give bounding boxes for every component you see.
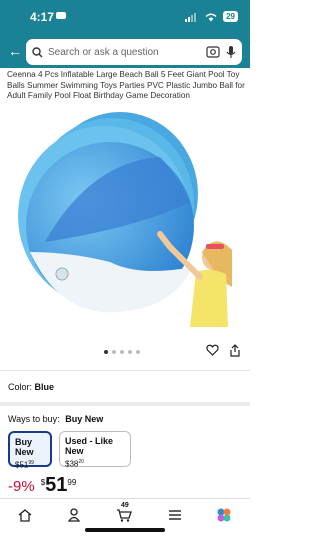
carousel-dot[interactable] bbox=[136, 350, 140, 354]
price-dollars: 51 bbox=[45, 474, 68, 496]
search-icon bbox=[32, 46, 43, 57]
camera-scan-icon[interactable] bbox=[206, 46, 220, 58]
status-bar: 4:17 29 bbox=[0, 0, 250, 36]
carousel-dot[interactable] bbox=[120, 350, 124, 354]
car-icon bbox=[56, 12, 66, 19]
signal-icon bbox=[185, 12, 199, 22]
ai-assistant-icon[interactable] bbox=[214, 505, 234, 525]
option-price: $3820 bbox=[65, 459, 84, 469]
back-arrow-icon[interactable]: ← bbox=[8, 43, 24, 59]
ways-to-buy-heading: Ways to buy: Buy New bbox=[8, 414, 103, 424]
profile-icon[interactable] bbox=[64, 505, 84, 525]
product-image[interactable] bbox=[0, 102, 250, 338]
carousel-dot[interactable] bbox=[104, 350, 108, 354]
image-carousel-dots bbox=[104, 350, 140, 354]
carousel-dot[interactable] bbox=[112, 350, 116, 354]
share-icon[interactable] bbox=[229, 344, 241, 357]
wifi-icon bbox=[205, 13, 217, 21]
cart-icon[interactable]: 49 bbox=[114, 502, 134, 525]
carousel-dot[interactable] bbox=[128, 350, 132, 354]
option-label: Buy New bbox=[15, 437, 34, 457]
menu-icon[interactable] bbox=[165, 505, 185, 525]
search-input[interactable]: Search or ask a question bbox=[48, 47, 206, 58]
used-like-new-option[interactable]: Used - Like New $3820 bbox=[59, 431, 131, 469]
buy-new-option[interactable]: Buy New $5199 bbox=[8, 431, 52, 470]
divider bbox=[0, 370, 250, 371]
option-price: $5199 bbox=[15, 460, 34, 470]
price-cents: 99 bbox=[67, 478, 77, 487]
color-label: Color: bbox=[8, 382, 33, 392]
ways-to-buy-label: Ways to buy: bbox=[8, 414, 60, 424]
home-indicator bbox=[85, 528, 165, 532]
color-selector[interactable]: Color: Blue bbox=[8, 382, 54, 392]
price-block: -9% $ 51 99 bbox=[8, 474, 76, 496]
battery-indicator: 29 bbox=[223, 11, 238, 22]
discount-percent: -9% bbox=[8, 478, 35, 495]
section-divider bbox=[0, 402, 250, 406]
product-title[interactable]: Ceenna 4 Pcs Inflatable Large Beach Ball… bbox=[7, 70, 245, 102]
ways-to-buy-selected: Buy New bbox=[65, 414, 104, 424]
heart-icon[interactable] bbox=[206, 344, 219, 356]
bottom-nav: 49 bbox=[0, 498, 250, 542]
search-header: ← Search or ask a question bbox=[0, 36, 250, 68]
color-value: Blue bbox=[34, 382, 55, 392]
cart-count: 49 bbox=[121, 502, 129, 509]
option-label: Used - Like New bbox=[65, 436, 114, 456]
search-bar[interactable]: Search or ask a question bbox=[26, 39, 242, 65]
microphone-icon[interactable] bbox=[226, 45, 236, 59]
home-icon[interactable] bbox=[15, 505, 35, 525]
status-time: 4:17 bbox=[30, 10, 55, 24]
